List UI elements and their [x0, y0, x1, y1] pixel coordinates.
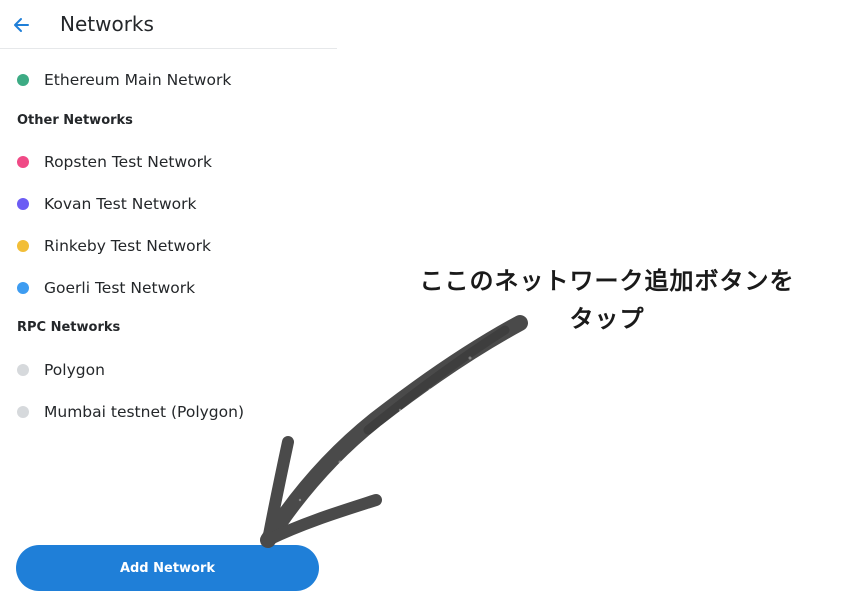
section-heading-other-networks: Other Networks: [17, 113, 133, 128]
network-item-kovan[interactable]: Kovan Test Network: [0, 188, 337, 220]
section-heading-rpc-networks: RPC Networks: [17, 320, 121, 335]
network-item-rinkeby[interactable]: Rinkeby Test Network: [0, 230, 337, 262]
network-label: Kovan Test Network: [44, 195, 197, 213]
add-network-button[interactable]: Add Network: [16, 545, 319, 591]
network-item-goerli[interactable]: Goerli Test Network: [0, 272, 337, 304]
arrow-left-icon[interactable]: [11, 14, 33, 36]
network-label: Polygon: [44, 361, 105, 379]
network-color-dot: [17, 282, 29, 294]
network-color-dot: [17, 74, 29, 86]
network-item-mumbai-testnet[interactable]: Mumbai testnet (Polygon): [0, 396, 337, 428]
network-color-dot: [17, 156, 29, 168]
networks-panel: Networks Ethereum Main Network Other Net…: [0, 0, 337, 610]
instruction-annotation: ここのネットワーク追加ボタンを タップ: [382, 262, 832, 338]
network-label: Rinkeby Test Network: [44, 237, 211, 255]
annotation-line-1: ここのネットワーク追加ボタンを: [419, 267, 795, 295]
network-item-ropsten[interactable]: Ropsten Test Network: [0, 146, 337, 178]
network-label: Ropsten Test Network: [44, 153, 213, 171]
network-label: Goerli Test Network: [44, 279, 196, 297]
annotation-line-2: タップ: [569, 305, 645, 333]
network-color-dot: [17, 406, 29, 418]
header-bar: Networks: [0, 0, 337, 49]
page-title: Networks: [60, 12, 154, 36]
network-label: Ethereum Main Network: [44, 71, 232, 89]
network-color-dot: [17, 364, 29, 376]
network-label: Mumbai testnet (Polygon): [44, 403, 244, 421]
network-item-ethereum-main[interactable]: Ethereum Main Network: [0, 64, 337, 96]
network-item-polygon[interactable]: Polygon: [0, 354, 337, 386]
network-color-dot: [17, 240, 29, 252]
network-color-dot: [17, 198, 29, 210]
